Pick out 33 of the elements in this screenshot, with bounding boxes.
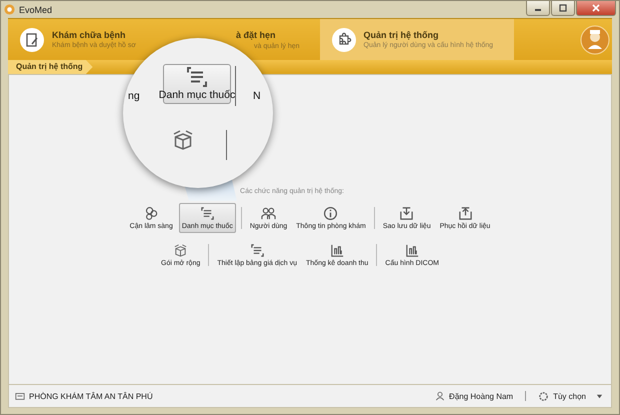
clinic-name: PHÒNG KHÁM TÂM AN TÂN PHÚ bbox=[29, 392, 153, 400]
box-icon bbox=[171, 128, 195, 152]
box-icon bbox=[173, 243, 188, 258]
tab-title: Khám chữa bệnh bbox=[52, 30, 127, 40]
maximize-button[interactable] bbox=[551, 1, 575, 16]
close-icon bbox=[591, 4, 601, 12]
info-icon bbox=[323, 206, 338, 221]
user-icon bbox=[435, 391, 446, 401]
maximize-icon bbox=[558, 4, 568, 12]
minimize-button[interactable] bbox=[526, 1, 550, 16]
options-menu[interactable]: Tùy chọn bbox=[538, 390, 605, 402]
list-icon bbox=[185, 65, 209, 89]
user-name[interactable]: Đặng Hoàng Nam bbox=[449, 392, 514, 400]
tray-upload-icon bbox=[458, 206, 473, 221]
close-button[interactable] bbox=[576, 1, 616, 16]
app-logo-icon bbox=[4, 4, 15, 15]
bar-chart-icon bbox=[404, 243, 420, 258]
tray-download-icon bbox=[399, 206, 414, 221]
clinic-icon bbox=[15, 391, 25, 401]
magnified-text: ng bbox=[128, 90, 140, 102]
caret-icon bbox=[596, 392, 603, 400]
circles-icon bbox=[144, 206, 159, 221]
breadcrumb[interactable]: Quản trị hệ thống bbox=[8, 60, 93, 74]
window-title: EvoMed bbox=[19, 4, 52, 14]
notepad-icon bbox=[24, 32, 40, 48]
doctor-mascot-logo bbox=[580, 24, 610, 54]
users-icon bbox=[260, 206, 276, 221]
magnified-text: N bbox=[253, 90, 261, 102]
tab-title: à đặt hẹn bbox=[236, 30, 276, 40]
list-icon bbox=[200, 206, 215, 221]
bar-chart-icon bbox=[330, 243, 345, 258]
list-icon bbox=[250, 243, 265, 258]
tab-title: Quản trị hệ thống bbox=[364, 30, 440, 40]
